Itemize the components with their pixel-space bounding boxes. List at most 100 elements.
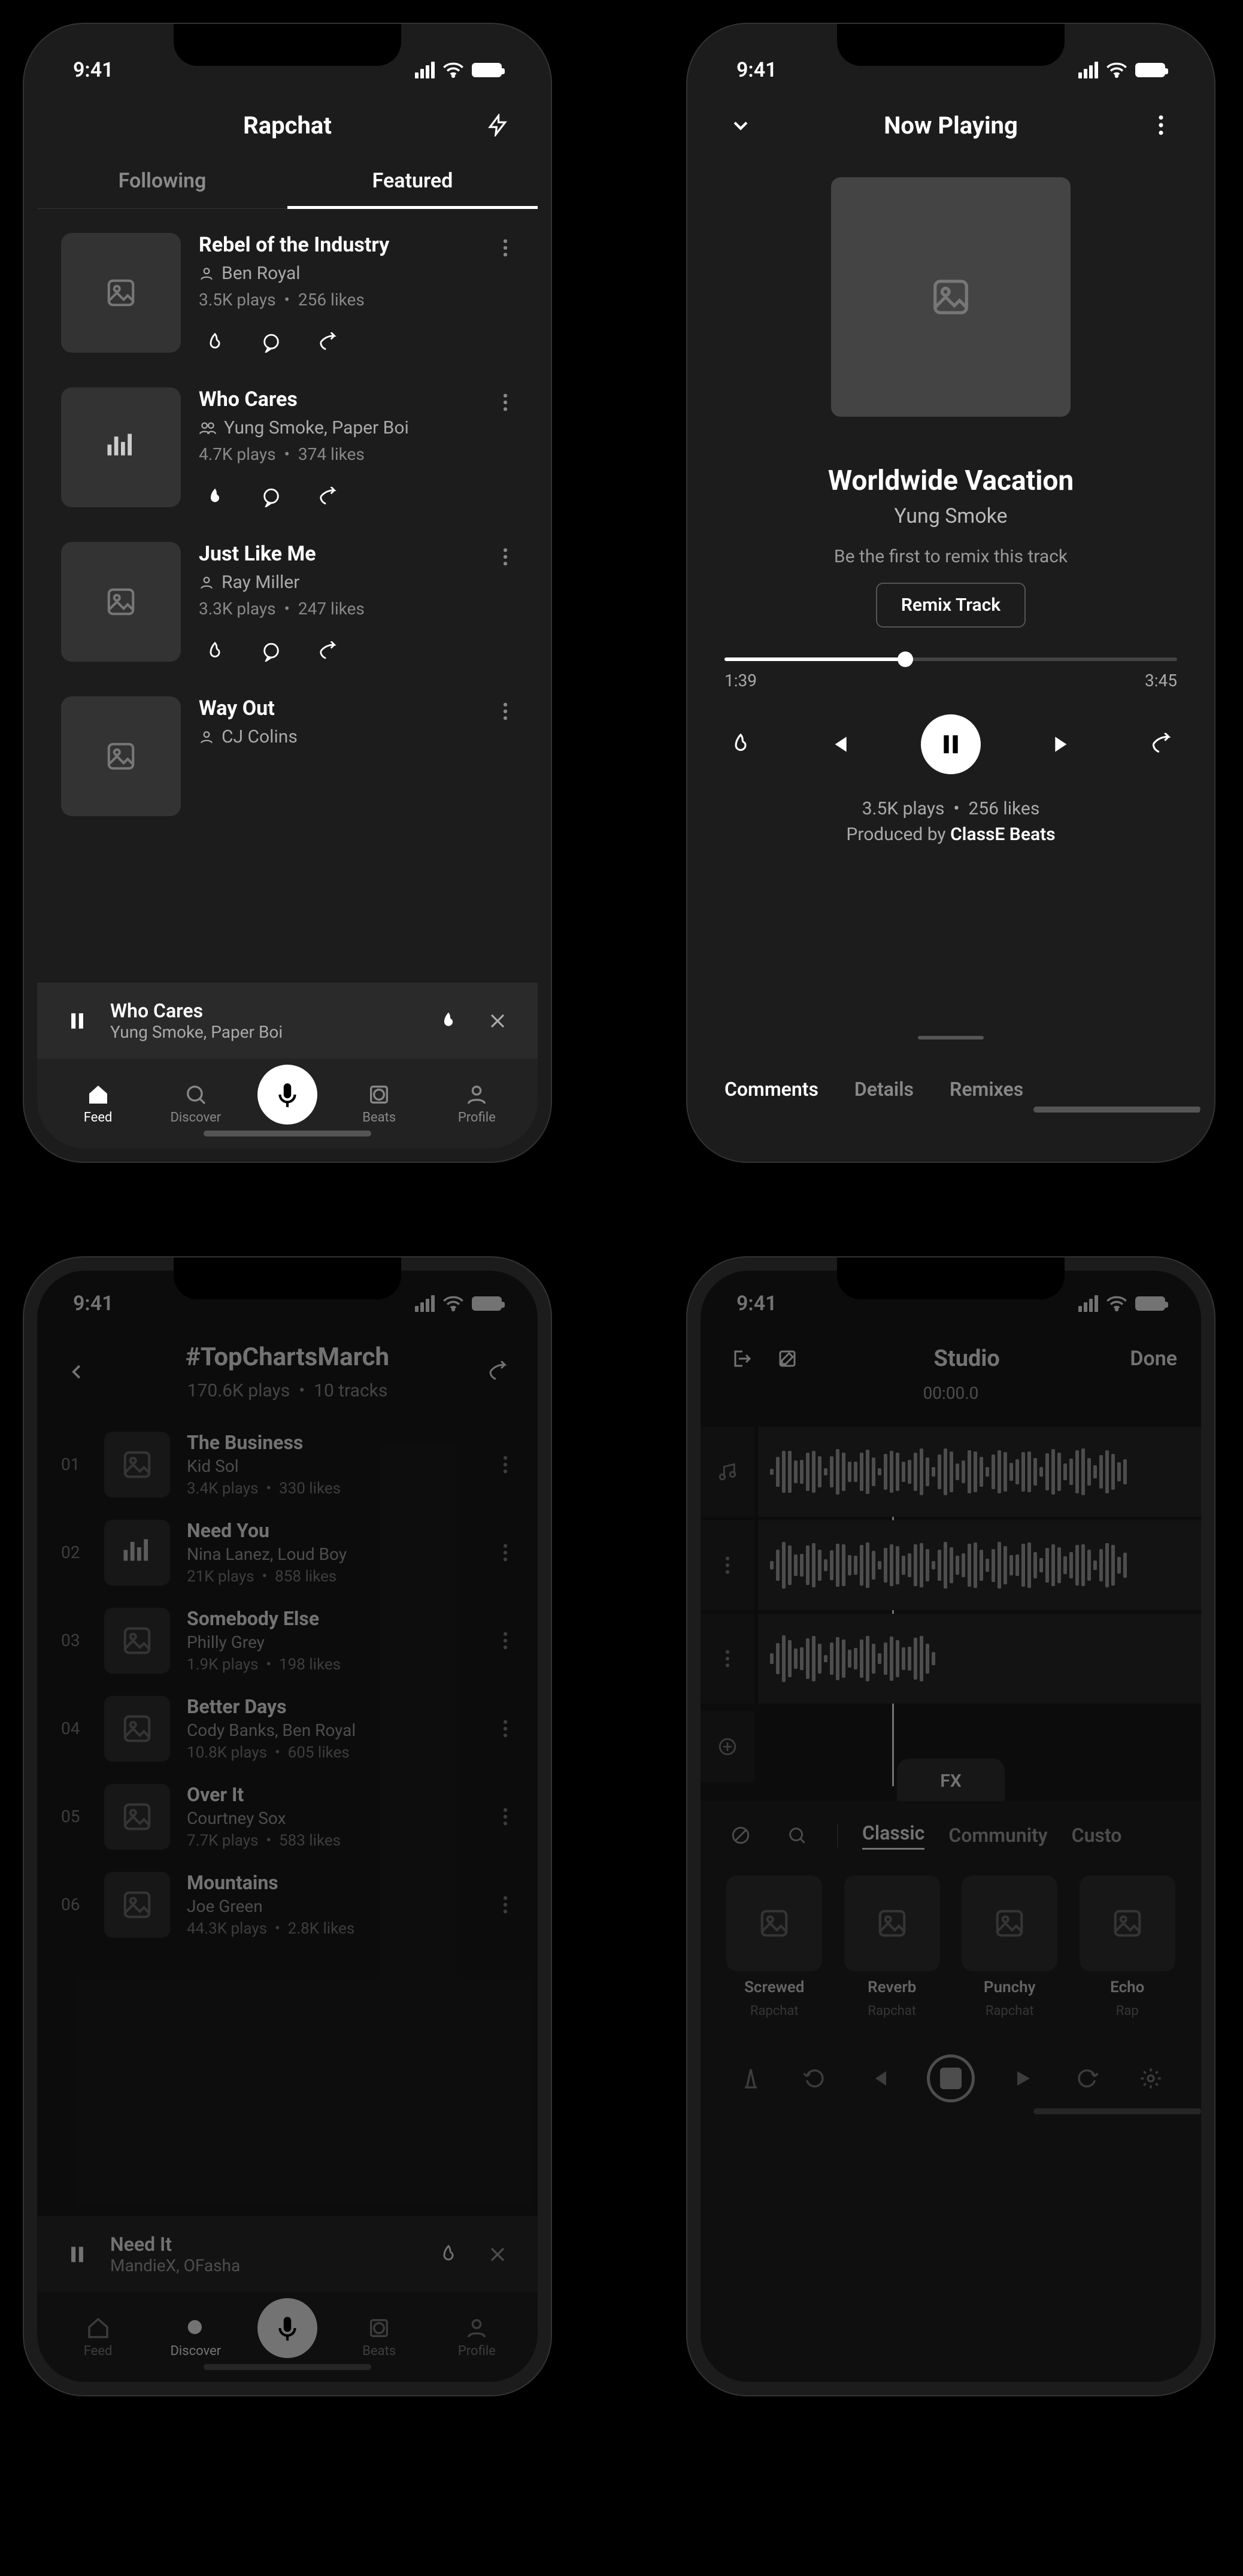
track-artist[interactable]: Yung Smoke, Paper Boi xyxy=(199,417,479,438)
fx-preset[interactable]: Echo Rap xyxy=(1078,1875,1178,2019)
playlist-row[interactable]: 06 Mountains Joe Green 44.3K plays • 2.8… xyxy=(61,1871,514,1938)
flame-icon[interactable] xyxy=(432,1005,465,1037)
nav-profile[interactable]: Profile xyxy=(441,1083,513,1125)
more-icon[interactable] xyxy=(1145,109,1177,141)
fx-preset[interactable]: Punchy Rapchat xyxy=(960,1875,1060,2019)
remix-button[interactable]: Remix Track xyxy=(876,583,1026,628)
more-icon[interactable] xyxy=(497,233,514,263)
share-icon[interactable] xyxy=(311,635,344,668)
nav-record[interactable] xyxy=(257,1065,317,1125)
more-icon[interactable] xyxy=(701,1520,754,1610)
edit-icon[interactable] xyxy=(771,1342,804,1375)
home-indicator[interactable] xyxy=(204,1131,371,1137)
more-icon[interactable] xyxy=(497,696,514,726)
nav-discover[interactable]: Discover xyxy=(160,1083,232,1125)
track-thumb[interactable] xyxy=(61,233,181,353)
flame-icon[interactable] xyxy=(724,728,757,760)
home-indicator[interactable] xyxy=(204,2364,371,2370)
track-row[interactable] xyxy=(701,1427,1201,1517)
tab-featured[interactable]: Featured xyxy=(287,153,538,208)
record-button[interactable] xyxy=(927,2054,975,2102)
close-icon[interactable] xyxy=(481,1005,514,1037)
redo-icon[interactable] xyxy=(1071,2062,1103,2095)
add-track-button[interactable] xyxy=(701,1711,754,1783)
more-icon[interactable] xyxy=(497,1538,514,1568)
none-icon[interactable] xyxy=(724,1819,757,1851)
tab-remixes[interactable]: Remixes xyxy=(950,1078,1023,1101)
fx-preset[interactable]: Screwed Rapchat xyxy=(724,1875,824,2019)
track-artist[interactable]: Ray Miller xyxy=(199,572,479,593)
nav-record[interactable] xyxy=(257,2298,317,2358)
miniplayer[interactable]: Who Cares Yung Smoke, Paper Boi xyxy=(37,983,538,1059)
more-icon[interactable] xyxy=(497,387,514,417)
bolt-icon[interactable] xyxy=(481,109,514,141)
back-icon[interactable] xyxy=(61,1356,93,1388)
prev-icon[interactable] xyxy=(863,2062,895,2095)
done-button[interactable]: Done xyxy=(1130,1347,1177,1371)
track-thumb[interactable] xyxy=(104,1608,170,1674)
share-icon[interactable] xyxy=(1145,728,1177,760)
tab-comments[interactable]: Comments xyxy=(724,1078,818,1101)
more-icon[interactable] xyxy=(497,1626,514,1656)
track-thumb[interactable] xyxy=(104,1432,170,1498)
flame-icon[interactable] xyxy=(199,481,231,513)
nav-beats[interactable]: Beats xyxy=(343,2316,415,2359)
chevron-down-icon[interactable] xyxy=(724,109,757,141)
share-icon[interactable] xyxy=(311,326,344,359)
more-icon[interactable] xyxy=(701,1614,754,1704)
more-icon[interactable] xyxy=(497,1802,514,1832)
next-icon[interactable] xyxy=(1047,728,1079,760)
track-artist[interactable]: Yung Smoke xyxy=(701,504,1201,528)
flame-icon[interactable] xyxy=(432,2238,465,2271)
track-thumb[interactable] xyxy=(61,387,181,507)
nav-beats[interactable]: Beats xyxy=(343,1083,415,1125)
feed-item[interactable]: Way Out CJ Colins xyxy=(61,696,514,816)
track-row[interactable] xyxy=(701,1614,1201,1704)
miniplayer[interactable]: Need It MandieX, OFasha xyxy=(37,2216,538,2292)
track-artist[interactable]: CJ Colins xyxy=(199,726,479,747)
home-indicator[interactable] xyxy=(1033,2108,1201,2114)
track-row[interactable] xyxy=(701,1520,1201,1610)
fx-tab-community[interactable]: Community xyxy=(948,1824,1047,1847)
play-icon[interactable] xyxy=(1006,2062,1039,2095)
pause-icon[interactable] xyxy=(61,1005,93,1037)
more-icon[interactable] xyxy=(497,1890,514,1920)
comment-icon[interactable] xyxy=(255,326,287,359)
playlist-row[interactable]: 05 Over It Courtney Sox 7.7K plays • 583… xyxy=(61,1783,514,1850)
more-icon[interactable] xyxy=(497,542,514,572)
fx-preset[interactable]: Reverb Rapchat xyxy=(842,1875,942,2019)
tab-details[interactable]: Details xyxy=(854,1078,914,1101)
share-icon[interactable] xyxy=(481,1356,514,1388)
playlist-row[interactable]: 04 Better Days Cody Banks, Ben Royal 10.… xyxy=(61,1695,514,1762)
pause-icon[interactable] xyxy=(61,2238,93,2271)
more-icon[interactable] xyxy=(497,1450,514,1480)
flame-icon[interactable] xyxy=(199,326,231,359)
track-thumb[interactable] xyxy=(104,1520,170,1586)
track-thumb[interactable] xyxy=(61,696,181,816)
share-icon[interactable] xyxy=(311,481,344,513)
more-icon[interactable] xyxy=(497,1714,514,1744)
home-indicator[interactable] xyxy=(1033,1107,1201,1113)
music-icon[interactable] xyxy=(701,1427,754,1517)
close-icon[interactable] xyxy=(481,2238,514,2271)
track-artist[interactable]: Ben Royal xyxy=(199,263,479,284)
fx-tab-classic[interactable]: Classic xyxy=(862,1822,924,1850)
flame-icon[interactable] xyxy=(199,635,231,668)
undo-icon[interactable] xyxy=(799,2062,831,2095)
nav-discover[interactable]: Discover xyxy=(160,2316,232,2359)
sheet-handle[interactable] xyxy=(918,1036,984,1040)
track-thumb[interactable] xyxy=(104,1872,170,1938)
playlist-row[interactable]: 02 Need You Nina Lanez, Loud Boy 21K pla… xyxy=(61,1519,514,1586)
metronome-icon[interactable] xyxy=(735,2062,767,2095)
track-thumb[interactable] xyxy=(104,1784,170,1850)
produced-by[interactable]: Produced by ClassE Beats xyxy=(701,824,1201,845)
tab-following[interactable]: Following xyxy=(37,153,287,208)
feed-item[interactable]: Rebel of the Industry Ben Royal 3.5K pla… xyxy=(61,233,514,359)
nav-profile[interactable]: Profile xyxy=(441,2316,513,2359)
search-icon[interactable] xyxy=(781,1819,813,1851)
nav-feed[interactable]: Feed xyxy=(62,1083,134,1125)
exit-icon[interactable] xyxy=(724,1342,757,1375)
pause-button[interactable] xyxy=(921,714,981,774)
playlist-row[interactable]: 01 The Business Kid Sol 3.4K plays • 330… xyxy=(61,1431,514,1498)
nav-feed[interactable]: Feed xyxy=(62,2316,134,2359)
